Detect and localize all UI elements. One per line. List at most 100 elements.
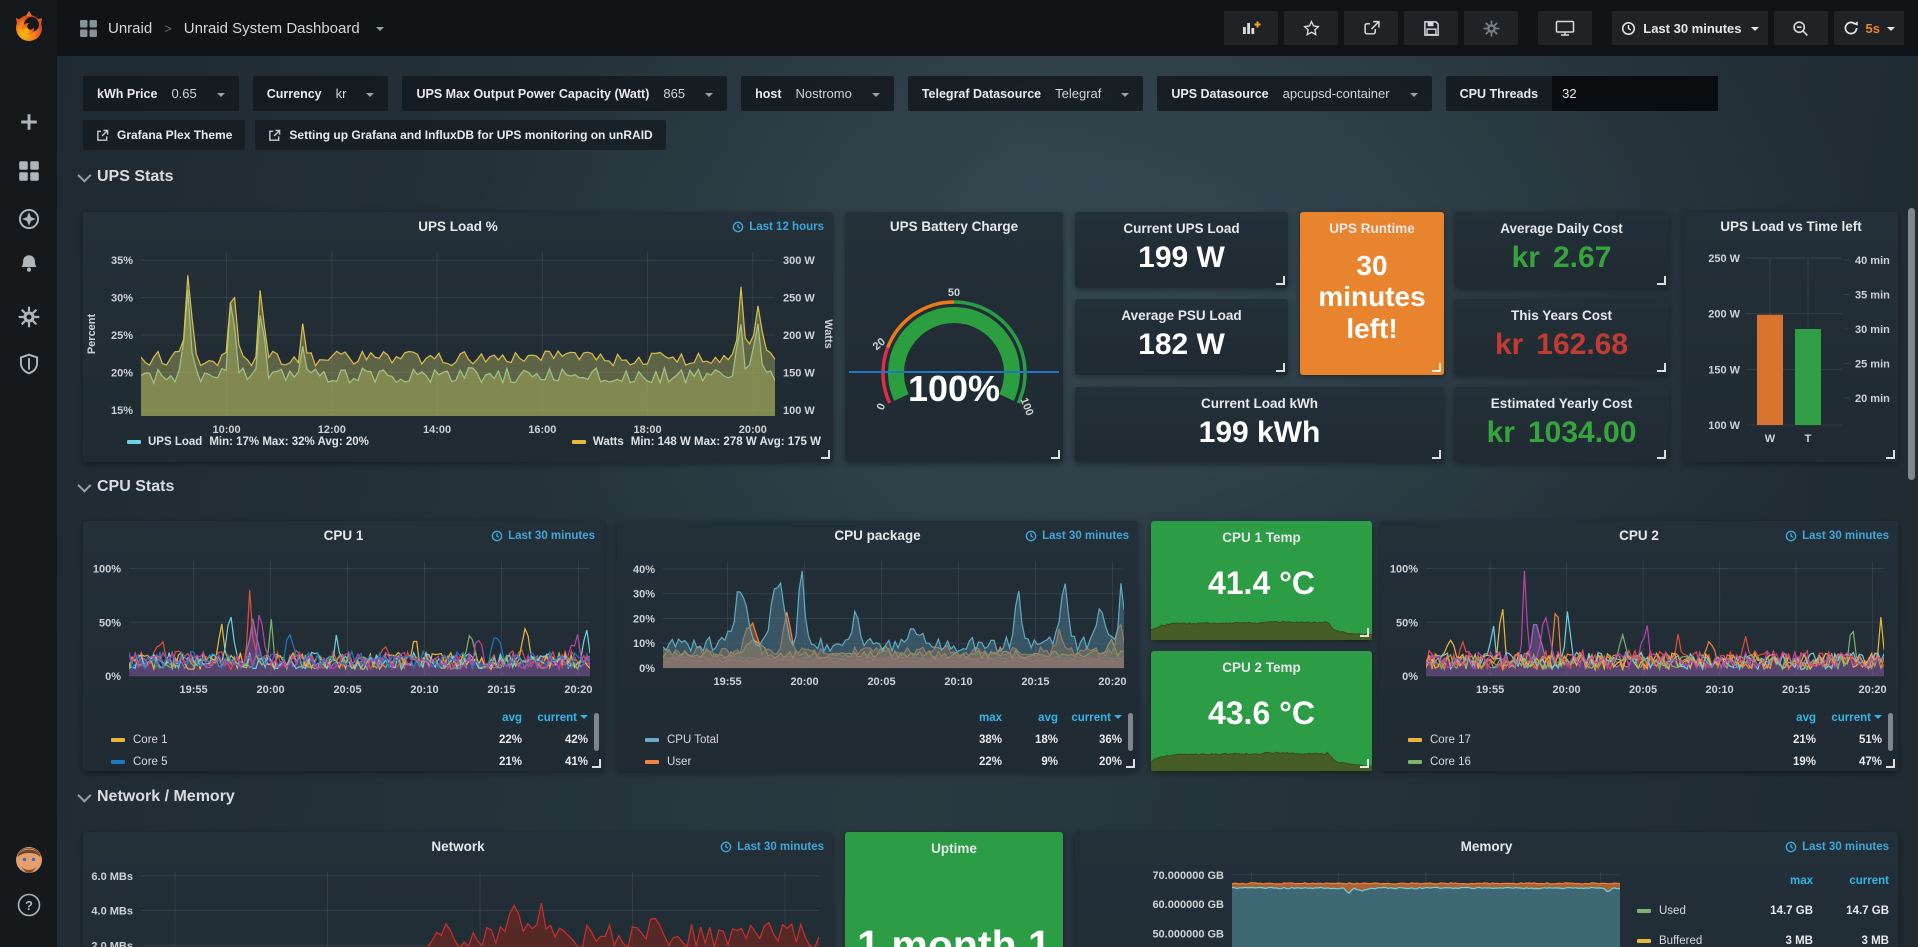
resize-handle[interactable] (1432, 450, 1441, 459)
panel-time-range[interactable]: Last 30 minutes (1025, 530, 1129, 542)
variable-ups-datasource[interactable]: UPS Datasource apcupsd-container (1157, 76, 1431, 111)
resize-handle[interactable] (1051, 450, 1060, 459)
panel-title[interactable]: Average Daily Cost (1500, 221, 1623, 236)
variable-telegraf-datasource[interactable]: Telegraf Datasource Telegraf (908, 76, 1144, 111)
svg-text:Watts: Watts (822, 319, 833, 349)
threshold-line (849, 371, 1059, 373)
svg-text:20:20: 20:20 (564, 684, 592, 696)
resize-handle[interactable] (1886, 759, 1895, 768)
user-avatar[interactable] (13, 844, 45, 881)
add-panel-button[interactable] (1224, 11, 1278, 45)
panel-title[interactable]: Average PSU Load (1121, 308, 1241, 323)
variable-kwh-price[interactable]: kWh Price 0.65 (83, 76, 239, 111)
dashboard-settings-button[interactable] (1464, 11, 1518, 45)
panel-title[interactable]: UPS Load vs Time left (1684, 219, 1898, 234)
page-scrollbar-thumb[interactable] (1908, 208, 1915, 480)
section-network-memory[interactable]: Network / Memory (78, 788, 235, 806)
ups-load-chart[interactable]: 35%300 W30%250 W25%200 W20%150 W15%100 W… (83, 212, 833, 462)
resize-handle[interactable] (1360, 759, 1369, 768)
panel-title[interactable]: Memory (1075, 839, 1898, 854)
legend-scrollbar[interactable] (1128, 713, 1133, 751)
variable-ups-max-output[interactable]: UPS Max Output Power Capacity (Watt) 865 (402, 76, 727, 111)
svg-text:250 W: 250 W (1708, 253, 1740, 265)
resize-handle[interactable] (1360, 628, 1369, 637)
legend-item[interactable]: Core 5 (111, 756, 460, 768)
panel-time-range[interactable]: Last 30 minutes (1785, 841, 1889, 853)
resize-handle[interactable] (592, 759, 601, 768)
legend-item[interactable]: Core 1 (111, 734, 460, 746)
sidebar-item-alerting[interactable] (18, 253, 40, 280)
zoom-out-time-button[interactable] (1774, 11, 1828, 45)
sidebar-item-explore[interactable] (18, 208, 40, 235)
cycle-view-mode-button[interactable] (1538, 11, 1592, 45)
resize-handle[interactable] (1657, 276, 1666, 285)
legend-item[interactable]: Buffered (1637, 935, 1743, 947)
panel-title[interactable]: Current Load kWh (1201, 396, 1318, 411)
panel-title[interactable]: Estimated Yearly Cost (1491, 396, 1633, 411)
link-ups-monitoring-guide[interactable]: Setting up Grafana and InfluxDB for UPS … (255, 120, 665, 150)
svg-text:10%: 10% (633, 638, 655, 650)
panel-title[interactable]: UPS Battery Charge (845, 219, 1063, 234)
panel-title[interactable]: Uptime (931, 841, 977, 856)
resize-handle[interactable] (1886, 450, 1895, 459)
resize-handle[interactable] (1657, 363, 1666, 372)
link-grafana-plex-theme[interactable]: Grafana Plex Theme (83, 120, 245, 150)
svg-text:20:10: 20:10 (1706, 684, 1734, 696)
dashboard-title[interactable]: Unraid System Dashboard (184, 20, 360, 37)
resize-handle[interactable] (821, 450, 830, 459)
sidebar-item-create[interactable] (19, 112, 39, 137)
resize-handle[interactable] (1657, 450, 1666, 459)
share-dashboard-button[interactable] (1344, 11, 1398, 45)
star-dashboard-button[interactable] (1284, 11, 1338, 45)
variable-label: UPS Max Output Power Capacity (Watt) (416, 87, 649, 101)
panel-title[interactable]: UPS Runtime (1329, 221, 1415, 236)
refresh-picker[interactable]: 5s (1834, 11, 1904, 45)
legend-item[interactable]: Used (1637, 905, 1743, 917)
variable-currency[interactable]: Currency kr (253, 76, 389, 111)
panel-title[interactable]: This Years Cost (1511, 308, 1612, 323)
chevron-down-icon (77, 169, 91, 183)
legend-item[interactable]: CPU Total (645, 734, 946, 746)
panel-time-range[interactable]: Last 12 hours (732, 221, 824, 233)
legend-item[interactable]: User (645, 756, 946, 768)
section-ups-stats[interactable]: UPS Stats (78, 168, 173, 186)
resize-handle[interactable] (1126, 759, 1135, 768)
legend-item[interactable]: Core 17 (1408, 734, 1754, 746)
legend-scrollbar[interactable] (1888, 713, 1893, 751)
cpu-threads-input[interactable] (1552, 76, 1718, 111)
legend-item[interactable]: WattsMin: 148 W Max: 278 W Avg: 175 W (572, 436, 821, 448)
legend-item[interactable]: UPS LoadMin: 17% Max: 32% Avg: 20% (127, 436, 369, 448)
panel-title[interactable]: Current UPS Load (1123, 221, 1239, 236)
dashboard-title-caret-icon[interactable] (376, 27, 384, 35)
panel-title[interactable]: CPU 1 Temp (1222, 530, 1301, 545)
save-dashboard-button[interactable] (1404, 11, 1458, 45)
variable-host[interactable]: host Nostromo (741, 76, 894, 111)
resize-handle[interactable] (1276, 276, 1285, 285)
panel-uptime: Uptime 1 month 1 (845, 832, 1063, 947)
panel-estimated-yearly-cost: Estimated Yearly Cost kr1034.00 (1454, 387, 1669, 462)
ups-load-vs-time-chart[interactable]: 250 W200 W150 W100 W40 min35 min30 min25… (1684, 212, 1898, 462)
svg-text:W: W (1765, 433, 1776, 445)
grafana-logo[interactable] (12, 10, 46, 49)
sidebar-item-help[interactable]: ? (16, 892, 42, 923)
apps-grid-icon[interactable] (79, 19, 98, 38)
panel-title[interactable]: UPS Load % (83, 219, 833, 234)
sidebar-item-dashboards[interactable] (18, 160, 40, 187)
time-range-picker[interactable]: Last 30 minutes (1612, 11, 1767, 45)
panel-time-range[interactable]: Last 30 minutes (720, 841, 824, 853)
resize-handle[interactable] (1432, 363, 1441, 372)
svg-text:20:00: 20:00 (1553, 684, 1581, 696)
panel-time-range[interactable]: Last 30 minutes (491, 530, 595, 542)
panel-time-range[interactable]: Last 30 minutes (1785, 530, 1889, 542)
resize-handle[interactable] (1276, 363, 1285, 372)
svg-text:15%: 15% (111, 405, 133, 417)
sidebar-item-configuration[interactable] (18, 306, 40, 333)
sidebar-item-server-admin[interactable] (18, 353, 40, 380)
legend-item[interactable]: Core 16 (1408, 756, 1754, 768)
svg-text:4.0 MBs: 4.0 MBs (91, 906, 133, 918)
panel-title[interactable]: CPU 2 Temp (1222, 660, 1301, 675)
legend-scrollbar[interactable] (594, 713, 599, 751)
battery-gauge[interactable]: 02050100100% (845, 212, 1063, 462)
section-cpu-stats[interactable]: CPU Stats (78, 478, 174, 496)
breadcrumb-section[interactable]: Unraid (108, 20, 152, 37)
